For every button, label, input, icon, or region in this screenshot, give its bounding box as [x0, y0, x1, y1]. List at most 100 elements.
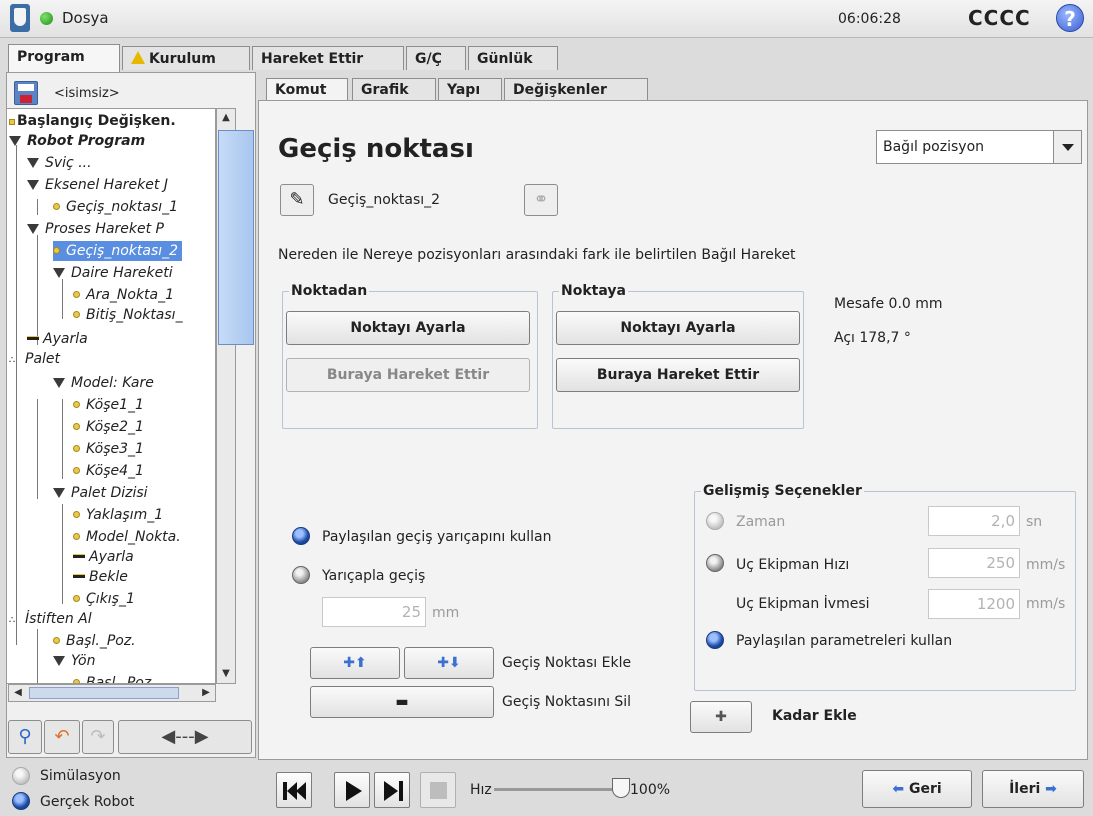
arrow-left-icon: ⬅	[892, 781, 905, 797]
tool-speed-unit: mm/s	[1026, 557, 1066, 573]
speed-slider-track[interactable]	[494, 788, 628, 791]
robot-name: CCCC	[968, 6, 1031, 30]
undo-icon[interactable]: ↶	[44, 720, 80, 754]
tab-installation-label: Kurulum	[149, 51, 216, 67]
subtab-graphics[interactable]: Grafik	[352, 78, 436, 102]
tool-accel-input[interactable]: 1200	[928, 589, 1020, 619]
blend-radius-radio[interactable]	[292, 566, 310, 584]
rename-pencil-icon[interactable]: ✎	[280, 184, 314, 216]
tree-item[interactable]: Köşe4_1	[73, 461, 144, 481]
to-set-point-button[interactable]: Noktayı Ayarla	[556, 311, 800, 345]
tab-installation[interactable]: Kurulum	[122, 46, 250, 70]
tree-item[interactable]: Sviç ...	[27, 153, 92, 173]
tree-item[interactable]: Geçiş_noktası_1	[53, 197, 178, 217]
program-tree[interactable]: Başlangıç Değişken. Robot Program Sviç .…	[6, 108, 216, 684]
tree-item[interactable]: Ayarla	[27, 329, 88, 349]
to-move-here-button[interactable]: Buraya Hareket Ettir	[556, 358, 800, 392]
blend-radius-label: Yarıçapla geçiş	[322, 568, 426, 584]
time-unit: sn	[1026, 514, 1043, 530]
tree-item[interactable]: Proses Hareket P	[27, 219, 164, 239]
tab-move[interactable]: Hareket Ettir	[252, 46, 404, 70]
from-move-here-button[interactable]: Buraya Hareket Ettir	[286, 358, 530, 392]
add-waypoint-label: Geçiş Noktası Ekle	[502, 655, 632, 671]
collapse-toggle-icon[interactable]: ◀‑‑‑▶	[118, 720, 252, 754]
skip-back-icon[interactable]	[276, 772, 312, 808]
tree-item[interactable]: Başlangıç Değişken.	[9, 111, 176, 131]
help-button[interactable]: ?	[1056, 4, 1084, 32]
blend-radius-unit: mm	[432, 605, 460, 621]
tab-io[interactable]: G/Ç	[406, 46, 466, 70]
robot-status-icon	[40, 12, 53, 25]
subtab-variables[interactable]: Değişkenler	[504, 78, 648, 102]
to-group-label: Noktaya	[559, 283, 628, 299]
tree-item[interactable]: Köşe3_1	[73, 439, 144, 459]
save-icon[interactable]	[14, 81, 38, 105]
shared-blend-radio[interactable]	[292, 527, 310, 545]
shared-params-radio[interactable]	[706, 631, 724, 649]
tree-item-selected[interactable]: Geçiş_noktası_2	[53, 241, 183, 261]
from-group-label: Noktadan	[289, 283, 370, 299]
simulation-radio[interactable]	[12, 767, 30, 785]
tree-item[interactable]: Model_Nokta.	[73, 527, 181, 547]
tree-item[interactable]: Eksenel Hareket J	[27, 175, 168, 195]
next-button[interactable]: İleri ➡	[982, 770, 1084, 808]
speed-label: Hız	[470, 782, 492, 798]
real-robot-radio[interactable]	[12, 792, 30, 810]
tree-item[interactable]: Ara_Nokta_1	[73, 285, 174, 305]
tree-item[interactable]: Bitiş_Noktası_	[73, 305, 183, 325]
tree-item[interactable]: Robot Program	[9, 131, 145, 151]
back-button[interactable]: ⬅ Geri	[862, 770, 972, 808]
scroll-down-icon[interactable]: ▼	[217, 665, 235, 683]
play-icon[interactable]	[334, 772, 370, 808]
tree-item[interactable]: Yön	[53, 651, 95, 671]
search-icon[interactable]: ⚲	[8, 720, 42, 754]
scroll-right-icon[interactable]: ▶	[197, 684, 215, 702]
ur-logo-icon	[10, 4, 30, 32]
tree-item[interactable]: Çıkış_1	[73, 589, 135, 609]
tab-log[interactable]: Günlük	[468, 46, 558, 70]
speed-slider-knob[interactable]	[612, 778, 630, 798]
tree-item[interactable]: Başl._Poz.	[73, 673, 156, 683]
delete-waypoint-button[interactable]: ▬	[310, 686, 494, 718]
blend-radius-input[interactable]: 25	[322, 597, 426, 627]
subtab-structure[interactable]: Yapı	[438, 78, 502, 102]
tree-item[interactable]: Köşe1_1	[73, 395, 144, 415]
add-until-label: Kadar Ekle	[772, 708, 857, 724]
file-menu[interactable]: Dosya	[62, 9, 109, 27]
tool-speed-radio[interactable]	[706, 554, 724, 572]
time-input[interactable]: 2,0	[928, 506, 1020, 536]
add-waypoint-before-button[interactable]: ✚⬆	[310, 647, 400, 679]
tree-item[interactable]: ∴ İstiften Al	[9, 609, 92, 629]
shared-blend-label: Paylaşılan geçiş yarıçapını kullan	[322, 529, 552, 545]
tool-accel-unit: mm/s	[1026, 596, 1066, 612]
tree-scroll-thumb[interactable]	[218, 130, 254, 345]
tree-item[interactable]: Başl._Poz.	[53, 631, 136, 651]
advanced-options-title: Gelişmiş Seçenekler	[701, 483, 864, 499]
horizontal-scroll-thumb[interactable]	[29, 687, 179, 699]
time-radio[interactable]	[706, 512, 724, 530]
tree-item[interactable]: Daire Hareketi	[53, 263, 173, 283]
link-icon[interactable]: ⚭	[524, 184, 558, 216]
add-waypoint-after-button[interactable]: ✚⬇	[404, 647, 494, 679]
tree-item[interactable]: Köşe2_1	[73, 417, 144, 437]
stop-icon[interactable]	[420, 772, 456, 808]
tree-item[interactable]: Ayarla	[73, 547, 134, 567]
scroll-left-icon[interactable]: ◀	[9, 684, 27, 702]
tree-item[interactable]: Bekle	[73, 567, 128, 587]
tool-speed-input[interactable]: 250	[928, 548, 1020, 578]
tab-program[interactable]: Program	[8, 44, 120, 72]
mode-select[interactable]: Bağıl pozisyon	[876, 130, 1082, 164]
warning-icon	[131, 51, 145, 64]
shared-params-label: Paylaşılan parametreleri kullan	[736, 633, 953, 649]
clock: 06:06:28	[838, 11, 901, 27]
redo-icon[interactable]: ↷	[82, 720, 114, 754]
from-set-point-button[interactable]: Noktayı Ayarla	[286, 311, 530, 345]
tree-horizontal-scrollbar[interactable]: ◀ ▶	[8, 684, 216, 702]
step-icon[interactable]	[374, 772, 410, 808]
tree-item[interactable]: ∴ Palet	[9, 349, 60, 369]
tree-item[interactable]: Palet Dizisi	[53, 483, 148, 503]
scroll-up-icon[interactable]: ▲	[217, 109, 235, 127]
add-until-button[interactable]: ✚	[690, 701, 752, 733]
tree-item[interactable]: Model: Kare	[53, 373, 154, 393]
tree-item[interactable]: Yaklaşım_1	[73, 505, 163, 525]
